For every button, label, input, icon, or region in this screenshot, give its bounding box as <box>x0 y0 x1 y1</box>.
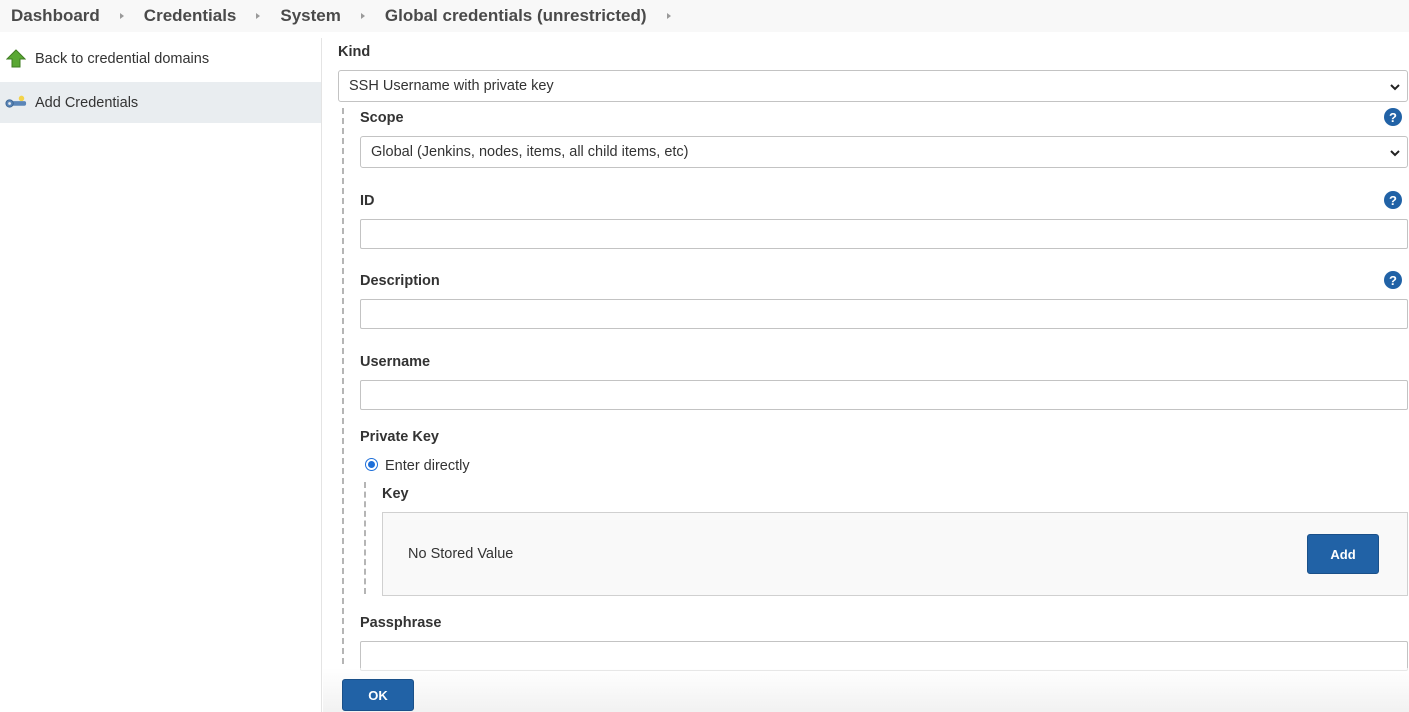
description-label: Description <box>360 273 440 289</box>
chevron-down-icon <box>1390 84 1400 91</box>
breadcrumb-arrow-icon[interactable] <box>119 13 124 19</box>
key-status-text: No Stored Value <box>408 546 514 562</box>
breadcrumb-arrow-icon[interactable] <box>666 13 671 19</box>
sidebar-item-back-to-domains[interactable]: Back to credential domains <box>0 38 321 79</box>
nesting-guide <box>342 108 344 664</box>
key-label: Key <box>382 486 409 502</box>
radio-selected-dot <box>368 461 375 468</box>
username-input[interactable] <box>360 380 1408 410</box>
breadcrumb-global: Global credentials (unrestricted) <box>385 6 691 26</box>
key-value-box: No Stored Value Add <box>382 512 1408 596</box>
id-input[interactable] <box>360 219 1408 249</box>
breadcrumb-link-global-credentials[interactable]: Global credentials (unrestricted) <box>385 6 647 26</box>
help-icon[interactable]: ? <box>1384 191 1402 209</box>
id-label: ID <box>360 193 375 209</box>
up-arrow-icon <box>5 48 27 70</box>
credential-form: Kind SSH Username with private key Scope… <box>323 32 1409 712</box>
scope-label: Scope <box>360 110 404 126</box>
kind-select-value: SSH Username with private key <box>349 78 554 94</box>
breadcrumb-system: System <box>280 6 384 26</box>
passphrase-label: Passphrase <box>360 615 442 631</box>
ok-button[interactable]: OK <box>342 679 414 711</box>
sidebar-item-label: Add Credentials <box>35 94 139 111</box>
kind-select[interactable]: SSH Username with private key <box>338 70 1408 102</box>
sidebar-item-add-credentials[interactable]: Add Credentials <box>0 82 321 123</box>
kind-label: Kind <box>338 44 371 60</box>
scope-select[interactable]: Global (Jenkins, nodes, items, all child… <box>360 136 1408 168</box>
breadcrumb: Dashboard Credentials System Global cred… <box>0 0 1409 32</box>
private-key-label: Private Key <box>360 429 439 445</box>
breadcrumb-link-system[interactable]: System <box>280 6 340 26</box>
key-nesting-guide <box>364 482 366 594</box>
add-key-button[interactable]: Add <box>1307 534 1379 574</box>
enter-directly-label[interactable]: Enter directly <box>385 458 470 474</box>
sidebar: Back to credential domains Add Credentia… <box>0 38 322 712</box>
description-input[interactable] <box>360 299 1408 329</box>
breadcrumb-arrow-icon[interactable] <box>256 13 261 19</box>
help-icon[interactable]: ? <box>1384 271 1402 289</box>
breadcrumb-link-dashboard[interactable]: Dashboard <box>11 6 100 26</box>
enter-directly-radio[interactable] <box>365 458 378 471</box>
breadcrumb-dashboard: Dashboard <box>11 6 144 26</box>
bottom-bar <box>323 668 1409 712</box>
username-label: Username <box>360 354 431 370</box>
help-icon[interactable]: ? <box>1384 108 1402 126</box>
scope-select-value: Global (Jenkins, nodes, items, all child… <box>371 144 689 160</box>
passphrase-input[interactable] <box>360 641 1408 671</box>
key-icon <box>5 92 27 114</box>
breadcrumb-arrow-icon[interactable] <box>360 13 365 19</box>
sidebar-item-label: Back to credential domains <box>35 50 210 67</box>
breadcrumb-credentials: Credentials <box>144 6 281 26</box>
breadcrumb-link-credentials[interactable]: Credentials <box>144 6 237 26</box>
chevron-down-icon <box>1390 150 1400 157</box>
